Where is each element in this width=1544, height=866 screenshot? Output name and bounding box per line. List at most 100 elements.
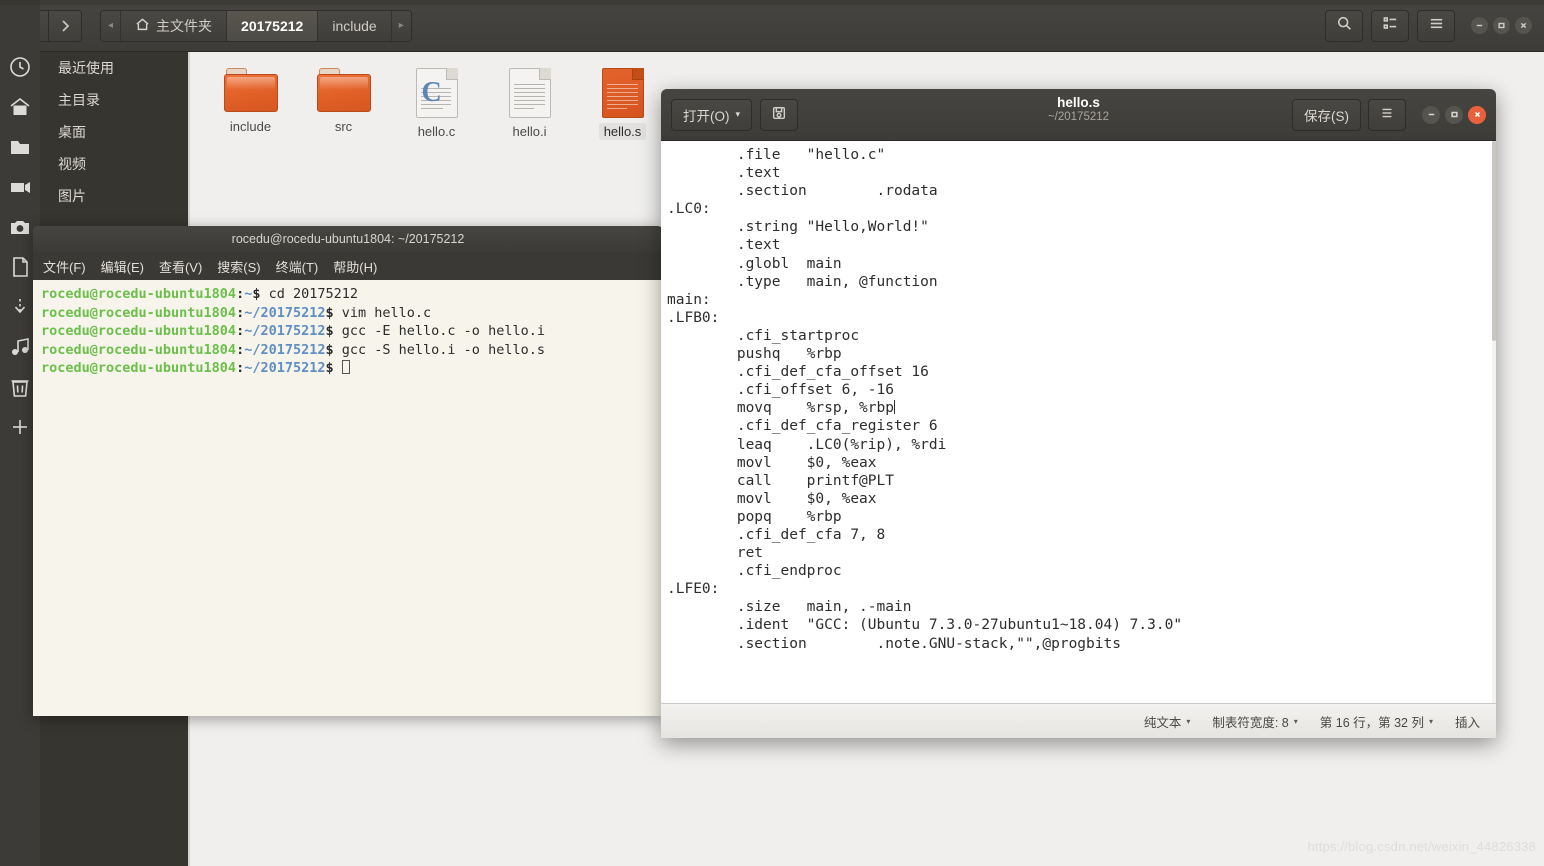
document-icon[interactable] xyxy=(7,254,33,280)
video-icon[interactable] xyxy=(7,174,33,200)
tab-width-selector[interactable]: 制表符宽度: 8 ▾ xyxy=(1212,712,1297,731)
camera-icon[interactable] xyxy=(7,214,33,240)
list-view-icon xyxy=(1382,15,1399,37)
save-as-icon xyxy=(771,105,787,124)
desktop-screen: ◂ 主文件夹 20175212 include ▸ 最近使用 主目录 桌面 视频… xyxy=(0,0,1544,866)
hamburger-menu-icon xyxy=(1379,105,1395,124)
code-line: .ident "GCC: (Ubuntu 7.3.0-27ubuntu1~18.… xyxy=(667,617,1183,634)
code-line: .cfi_endproc xyxy=(667,563,842,580)
terminal-command: gcc -S hello.i -o hello.s xyxy=(333,341,545,358)
terminal-menu-edit[interactable]: 编辑(E) xyxy=(101,257,144,276)
terminal-output[interactable]: rocedu@rocedu-ubuntu1804:~$ cd 20175212 … xyxy=(33,280,663,716)
code-line: .type main, @function xyxy=(667,273,938,290)
language-selector[interactable]: 纯文本 ▾ xyxy=(1144,712,1191,731)
gedit-menu-button[interactable] xyxy=(1368,98,1406,131)
file-item-hello-c[interactable]: C hello.c xyxy=(390,62,483,140)
terminal-menu-terminal[interactable]: 终端(T) xyxy=(276,257,319,276)
plus-icon[interactable] xyxy=(7,414,33,440)
save-as-button[interactable] xyxy=(760,98,799,131)
search-button[interactable] xyxy=(1325,9,1363,42)
breadcrumb-item-include[interactable]: include xyxy=(317,10,391,41)
breadcrumb-label-include: include xyxy=(332,17,377,34)
code-line: .cfi_def_cfa_offset 16 xyxy=(667,364,929,381)
home-icon xyxy=(135,17,150,35)
gedit-header-right: 保存(S) xyxy=(1292,98,1486,131)
terminal-path: ~/20175212 xyxy=(244,341,326,358)
cursor-position-label: 第 16 行，第 32 列 xyxy=(1319,715,1424,730)
sidebar-item-desktop[interactable]: 桌面 xyxy=(40,116,190,148)
file-item-include[interactable]: include xyxy=(204,62,297,140)
terminal-line: rocedu@rocedu-ubuntu1804:~$ cd 20175212 xyxy=(41,286,359,302)
code-line: main: xyxy=(667,291,711,308)
code-line: call printf@PLT xyxy=(667,472,894,489)
minimize-button[interactable] xyxy=(1422,105,1440,124)
watermark: https://blog.csdn.net/weixin_44826338 xyxy=(1307,839,1536,854)
terminal-user: rocedu@rocedu-ubuntu1804 xyxy=(41,360,237,377)
trash-icon[interactable] xyxy=(7,374,33,400)
code-line: .size main, .-main xyxy=(667,599,912,616)
forward-button[interactable] xyxy=(48,10,81,41)
terminal-menu-help[interactable]: 帮助(H) xyxy=(333,257,377,276)
terminal-title-bar[interactable]: rocedu@rocedu-ubuntu1804: ~/20175212 xyxy=(33,226,663,252)
breadcrumb-scroll-left[interactable]: ◂ xyxy=(101,10,121,41)
terminal-menu-view[interactable]: 查看(V) xyxy=(159,257,202,276)
terminal-line: rocedu@rocedu-ubuntu1804:~/20175212$ vim… xyxy=(41,304,432,321)
breadcrumb-scroll-right[interactable]: ▸ xyxy=(390,10,411,41)
code-line: movl $0, %eax xyxy=(667,490,877,507)
view-toggle-button[interactable] xyxy=(1371,9,1409,42)
terminal-menu-bar: 文件(F) 编辑(E) 查看(V) 搜索(S) 终端(T) 帮助(H) xyxy=(33,252,663,280)
insert-mode-label: 插入 xyxy=(1454,715,1480,730)
gedit-text-area[interactable]: .file "hello.c" .text .section .rodata .L… xyxy=(661,141,1496,703)
code-line: .cfi_def_cfa 7, 8 xyxy=(667,526,886,543)
sidebar-item-recent[interactable]: 最近使用 xyxy=(40,52,190,84)
breadcrumb-label-home: 主文件夹 xyxy=(156,17,213,34)
folder-icon xyxy=(223,68,278,113)
code-line: leaq .LC0(%rip), %rdi xyxy=(667,436,947,453)
terminal-command: cd 20175212 xyxy=(260,286,359,302)
breadcrumb-item-20175212[interactable]: 20175212 xyxy=(226,10,318,41)
code-line: .cfi_def_cfa_register 6 xyxy=(667,418,938,435)
folder-icon xyxy=(316,68,371,113)
gedit-window: 打开(O) ▾ hello.s ~/20175212 保存(S) .file "… xyxy=(661,89,1496,738)
breadcrumb-item-home[interactable]: 主文件夹 xyxy=(120,10,227,41)
c-source-file-icon: C xyxy=(415,68,458,118)
code-line: .LFE0: xyxy=(667,581,720,598)
sidebar-item-videos[interactable]: 视频 xyxy=(40,148,190,180)
file-manager-menu-button[interactable] xyxy=(1417,9,1455,42)
close-button[interactable] xyxy=(1468,105,1486,124)
home-icon[interactable] xyxy=(7,94,33,120)
code-line: popq %rbp xyxy=(667,508,842,525)
cursor-position[interactable]: 第 16 行，第 32 列 ▾ xyxy=(1320,712,1433,731)
download-icon[interactable] xyxy=(7,294,33,320)
minimize-button[interactable] xyxy=(1471,17,1488,34)
maximize-button[interactable] xyxy=(1445,105,1463,124)
code-line: .globl main xyxy=(667,255,842,272)
terminal-line: rocedu@rocedu-ubuntu1804:~/20175212$ xyxy=(41,359,655,378)
terminal-user: rocedu@rocedu-ubuntu1804 xyxy=(41,286,237,302)
gedit-code-content: .file "hello.c" .text .section .rodata .L… xyxy=(663,146,1496,653)
file-item-hello-s[interactable]: hello.s xyxy=(576,62,669,140)
file-item-hello-i[interactable]: hello.i xyxy=(483,62,576,140)
sidebar-item-pictures[interactable]: 图片 xyxy=(40,180,190,212)
close-button[interactable] xyxy=(1515,17,1532,34)
folder-icon[interactable] xyxy=(7,134,33,160)
music-icon[interactable] xyxy=(7,334,33,360)
gedit-scrollbar[interactable] xyxy=(1492,141,1496,703)
sidebar-item-home[interactable]: 主目录 xyxy=(40,84,190,116)
terminal-menu-file[interactable]: 文件(F) xyxy=(43,257,86,276)
hamburger-menu-icon xyxy=(1428,15,1445,37)
breadcrumb: ◂ 主文件夹 20175212 include ▸ xyxy=(100,9,412,42)
file-manager-toolbar xyxy=(1317,9,1534,42)
terminal-user: rocedu@rocedu-ubuntu1804 xyxy=(41,323,237,340)
open-file-button[interactable]: 打开(O) ▾ xyxy=(671,98,753,131)
clock-icon[interactable] xyxy=(7,54,33,80)
file-manager-header: ◂ 主文件夹 20175212 include ▸ xyxy=(0,0,1544,52)
file-item-src[interactable]: src xyxy=(297,62,390,140)
tab-width-label: 制表符宽度: 8 xyxy=(1212,715,1289,730)
maximize-button[interactable] xyxy=(1493,17,1510,34)
code-line: .LFB0: xyxy=(667,309,720,326)
save-button[interactable]: 保存(S) xyxy=(1292,98,1361,131)
gedit-status-bar: 纯文本 ▾ 制表符宽度: 8 ▾ 第 16 行，第 32 列 ▾ 插入 xyxy=(661,703,1496,738)
gedit-header-bar: 打开(O) ▾ hello.s ~/20175212 保存(S) xyxy=(661,89,1496,141)
terminal-menu-search[interactable]: 搜索(S) xyxy=(217,257,260,276)
